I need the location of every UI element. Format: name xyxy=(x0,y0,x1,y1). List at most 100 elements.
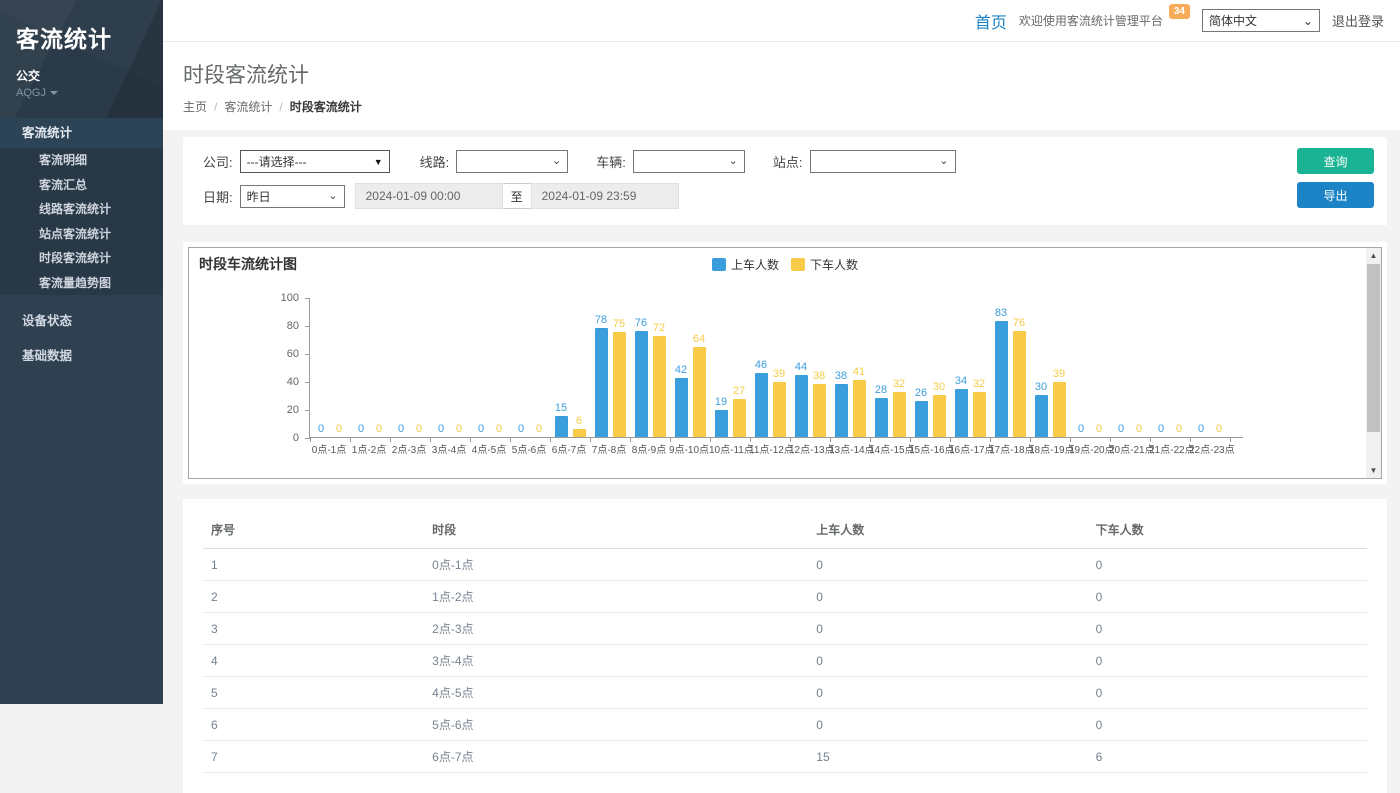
sidebar-subitem[interactable]: 站点客流统计 xyxy=(0,222,163,247)
legend-item[interactable]: 上车人数 xyxy=(712,256,779,273)
bar[interactable] xyxy=(915,401,928,437)
table-row[interactable]: 76点-7点156 xyxy=(203,741,1367,773)
home-link[interactable]: 首页 xyxy=(975,9,1007,33)
scrollbar-thumb[interactable] xyxy=(1367,264,1380,432)
bar[interactable] xyxy=(933,395,946,437)
sidebar-subitem[interactable]: 时段客流统计 xyxy=(0,246,163,271)
sidebar-item-base-data[interactable]: 基础数据 xyxy=(0,339,163,373)
scroll-up-icon[interactable]: ▲ xyxy=(1366,248,1381,263)
line-select[interactable]: ⌄ xyxy=(456,150,568,173)
table-row[interactable]: 32点-3点00 xyxy=(203,613,1367,645)
sidebar-subitem[interactable]: 线路客流统计 xyxy=(0,197,163,222)
bar[interactable] xyxy=(555,416,568,437)
sidebar-subitem[interactable]: 客流明细 xyxy=(0,148,163,173)
bar[interactable] xyxy=(973,392,986,437)
query-button[interactable]: 查询 xyxy=(1297,148,1374,174)
org-sub-dropdown[interactable]: AQGJ xyxy=(16,87,163,99)
sidebar-section-passenger-stats[interactable]: 客流统计 xyxy=(0,118,163,148)
breadcrumb-home[interactable]: 主页 xyxy=(183,98,207,115)
logout-link[interactable]: 退出登录 xyxy=(1332,11,1384,30)
x-tick-label: 15点-16点 xyxy=(909,441,949,456)
bar-value-label: 32 xyxy=(973,378,985,390)
bar[interactable] xyxy=(755,373,768,437)
table-row[interactable]: 10点-1点00 xyxy=(203,549,1367,581)
scroll-down-icon[interactable]: ▼ xyxy=(1366,463,1381,478)
x-tick-mark xyxy=(1150,437,1151,442)
table-row[interactable]: 43点-4点00 xyxy=(203,645,1367,677)
bar[interactable] xyxy=(995,321,1008,437)
sidebar-item-device-status[interactable]: 设备状态 xyxy=(0,304,163,338)
export-button[interactable]: 导出 xyxy=(1297,182,1374,208)
table-cell: 3点-4点 xyxy=(424,645,808,677)
x-tick-label: 14点-15点 xyxy=(869,441,909,456)
bar-wrap: 78 xyxy=(593,298,609,437)
table-row[interactable]: 21点-2点00 xyxy=(203,581,1367,613)
table-cell: 6 xyxy=(203,709,424,741)
bar-value-label: 83 xyxy=(995,307,1007,319)
bar[interactable] xyxy=(715,410,728,437)
bar-wrap: 19 xyxy=(713,298,729,437)
company-label: 公司: xyxy=(203,152,233,171)
bar-value-label: 0 xyxy=(376,423,382,435)
notification-badge[interactable]: 34 xyxy=(1169,4,1190,19)
company-select[interactable]: ---请选择--- ▼ xyxy=(240,150,390,173)
bar[interactable] xyxy=(613,332,626,437)
bar-value-label: 0 xyxy=(398,423,404,435)
bar-wrap: 41 xyxy=(851,298,867,437)
bar[interactable] xyxy=(795,375,808,437)
chart-vertical-scrollbar[interactable]: ▲ ▼ xyxy=(1366,248,1381,478)
bar[interactable] xyxy=(773,382,786,437)
table-cell: 0 xyxy=(1088,549,1367,581)
y-axis: 100806040200 xyxy=(189,298,309,438)
date-preset-select[interactable]: 昨日 ⌄ xyxy=(240,185,345,208)
bar[interactable] xyxy=(853,380,866,437)
breadcrumb: 主页 / 客流统计 / 时段客流统计 xyxy=(183,98,1400,115)
legend-item[interactable]: 下车人数 xyxy=(791,256,858,273)
sidebar-subitem[interactable]: 客流量趋势图 xyxy=(0,271,163,296)
bar-group: 00 xyxy=(390,298,430,437)
station-select[interactable]: ⌄ xyxy=(810,150,956,173)
bar[interactable] xyxy=(835,384,848,437)
date-to-input[interactable]: 2024-01-09 23:59 xyxy=(531,183,679,209)
table-row[interactable]: 65点-6点00 xyxy=(203,709,1367,741)
bar-wrap: 0 xyxy=(1113,298,1129,437)
bar-value-label: 78 xyxy=(595,314,607,326)
x-tick-label: 0点-1点 xyxy=(309,441,349,456)
bar[interactable] xyxy=(635,331,648,437)
date-label: 日期: xyxy=(203,187,233,206)
sidebar-nav: 客流统计 客流明细客流汇总线路客流统计站点客流统计时段客流统计客流量趋势图 设备… xyxy=(0,118,163,373)
bar[interactable] xyxy=(875,398,888,437)
y-tick-mark xyxy=(305,410,310,411)
table-cell: 1点-2点 xyxy=(424,581,808,613)
sidebar-subitem[interactable]: 客流汇总 xyxy=(0,173,163,198)
date-from-input[interactable]: 2024-01-09 00:00 xyxy=(355,183,503,209)
bar-wrap: 44 xyxy=(793,298,809,437)
table-header-boarding: 上车人数 xyxy=(808,511,1087,549)
sidebar-submenu: 客流明细客流汇总线路客流统计站点客流统计时段客流统计客流量趋势图 xyxy=(0,148,163,295)
x-tick-label: 18点-19点 xyxy=(1029,441,1069,456)
vehicle-select[interactable]: ⌄ xyxy=(633,150,745,173)
bar[interactable] xyxy=(733,399,746,437)
bar-group: 00 xyxy=(1150,298,1190,437)
bar-value-label: 0 xyxy=(456,423,462,435)
bar[interactable] xyxy=(813,384,826,437)
bar[interactable] xyxy=(1053,382,1066,437)
bar[interactable] xyxy=(955,389,968,437)
bar[interactable] xyxy=(893,392,906,437)
bar[interactable] xyxy=(573,429,586,437)
breadcrumb-section[interactable]: 客流统计 xyxy=(224,98,272,115)
bar-group: 83 76 xyxy=(990,298,1030,437)
bar[interactable] xyxy=(675,378,688,437)
bar[interactable] xyxy=(653,336,666,437)
x-tick-mark xyxy=(990,437,991,442)
bar-wrap: 76 xyxy=(1011,298,1027,437)
bar[interactable] xyxy=(693,347,706,437)
bar[interactable] xyxy=(1013,331,1026,437)
bar-wrap: 72 xyxy=(651,298,667,437)
bar-wrap: 46 xyxy=(753,298,769,437)
bar-wrap: 0 xyxy=(1171,298,1187,437)
bar-value-label: 0 xyxy=(1096,423,1102,435)
bar[interactable] xyxy=(1035,395,1048,437)
bar[interactable] xyxy=(595,328,608,437)
language-select[interactable]: 简体中文 ⌄ xyxy=(1202,9,1320,32)
